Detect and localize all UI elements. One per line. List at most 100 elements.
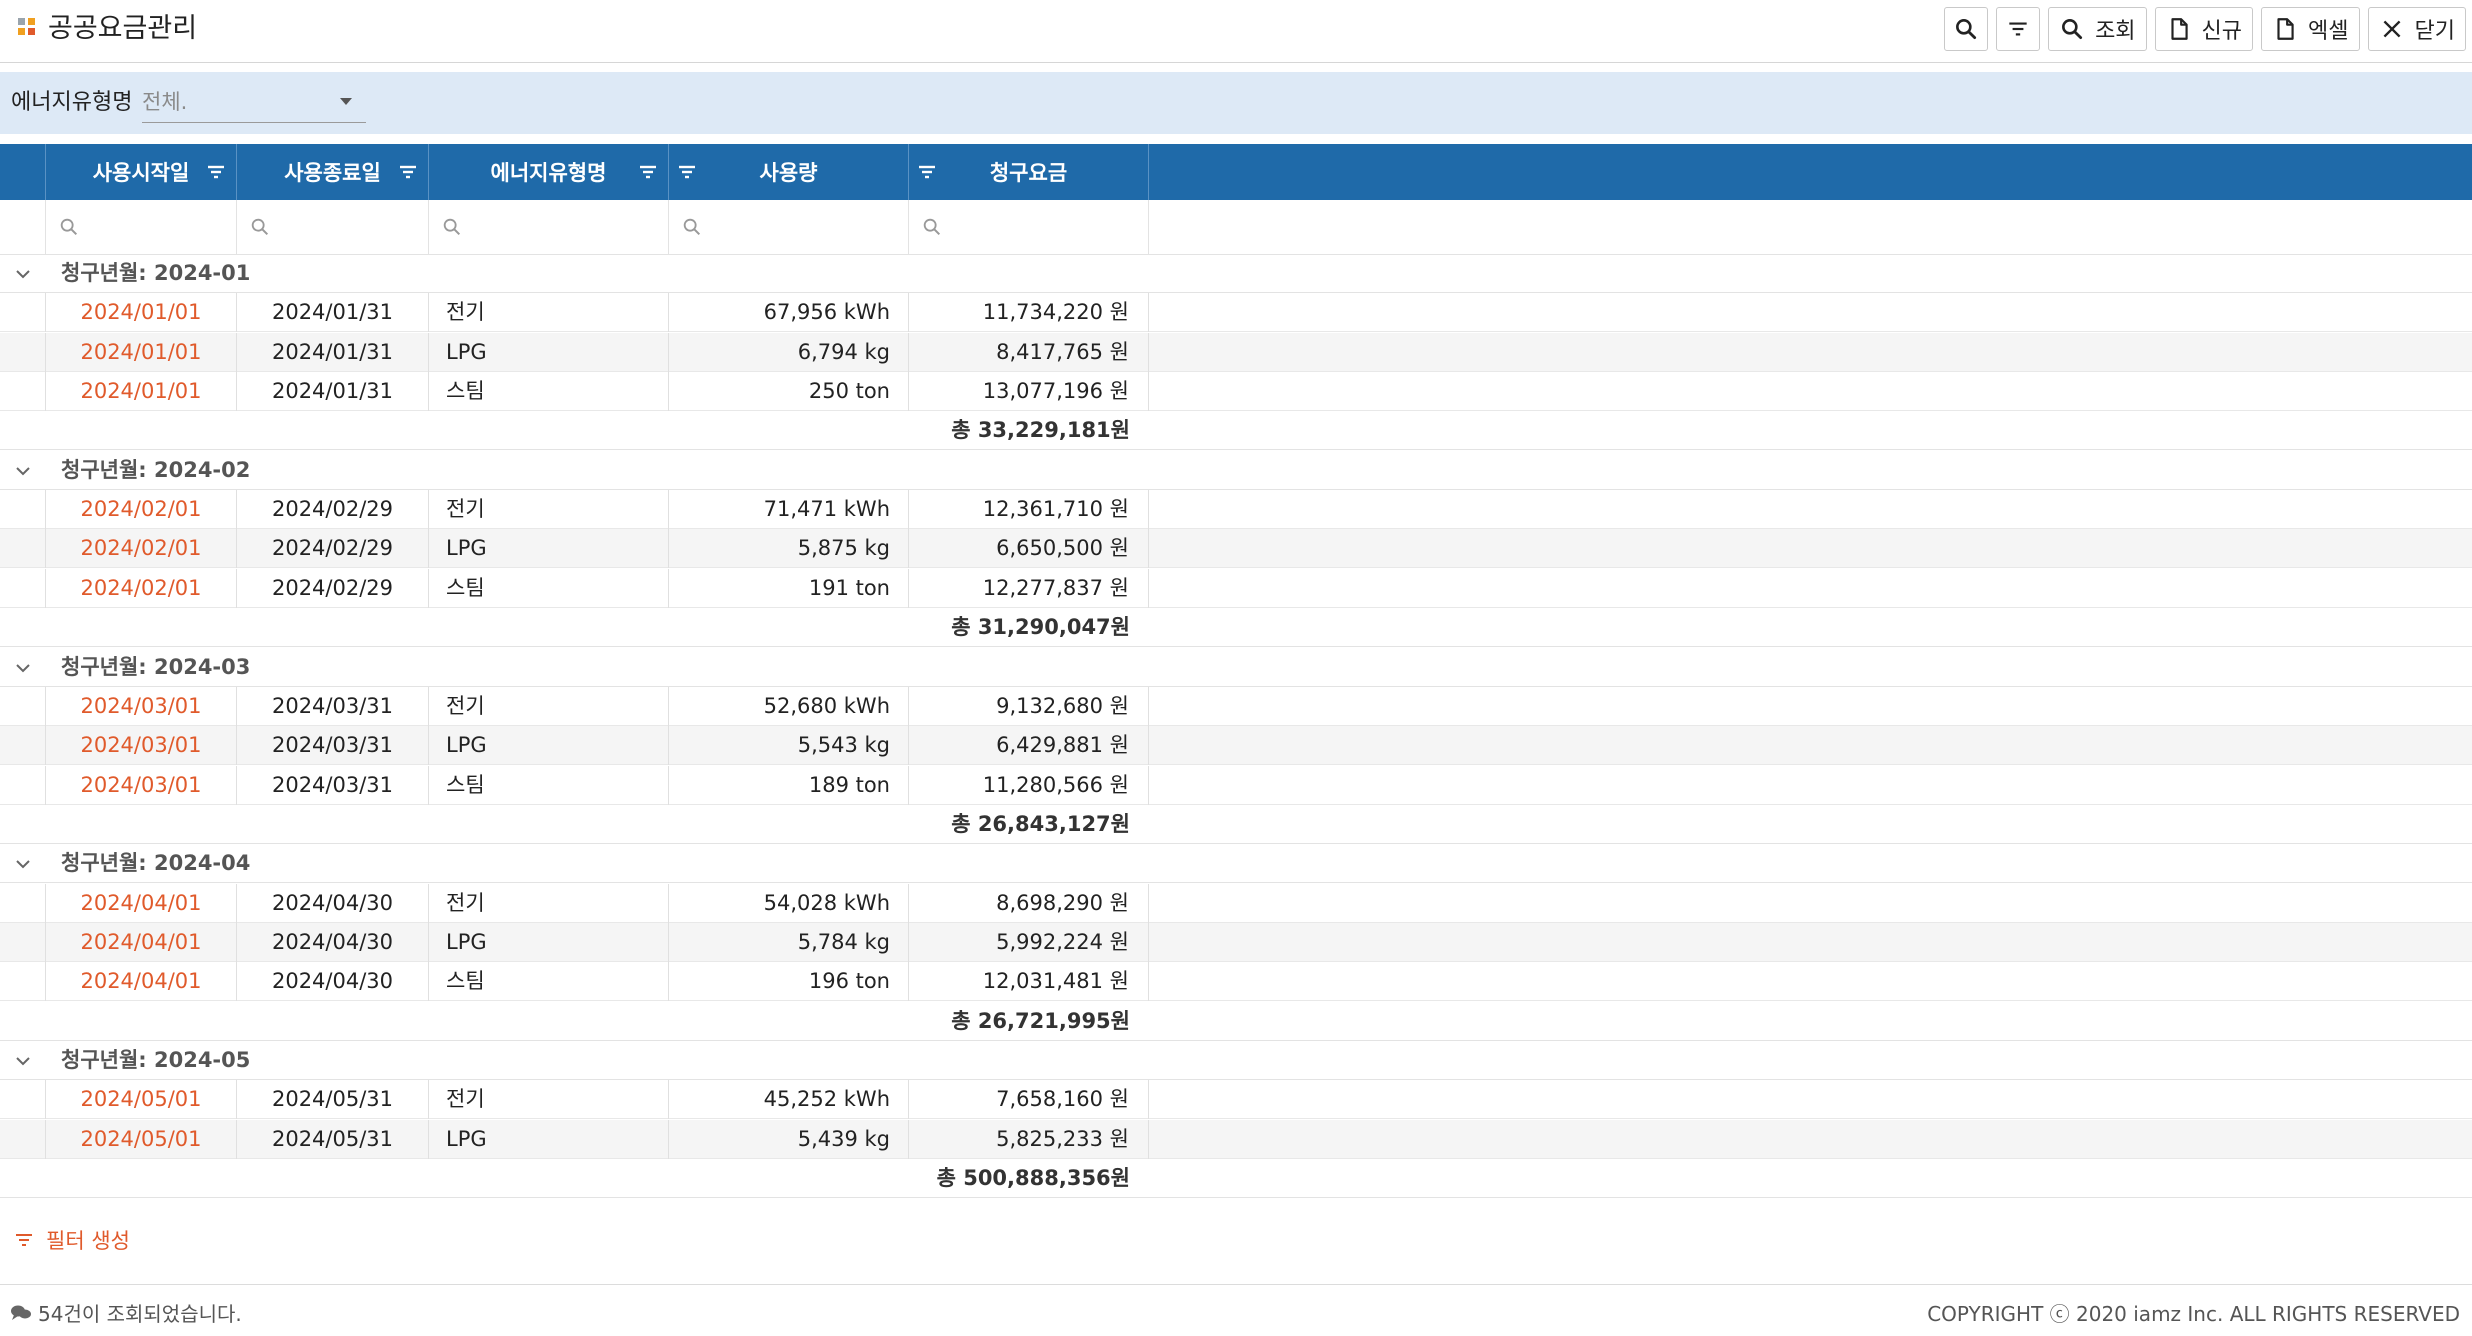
fee-cell[interactable]: 5,825,233 원 xyxy=(909,1120,1149,1159)
column-header-energy-type[interactable]: 에너지유형명 xyxy=(429,144,669,200)
end-date-cell[interactable]: 2024/05/31 xyxy=(237,1120,429,1159)
chevron-down-icon[interactable] xyxy=(14,855,32,873)
fee-cell[interactable]: 8,417,765 원 xyxy=(909,333,1149,372)
energy-type-cell[interactable]: LPG xyxy=(429,333,669,372)
fee-cell[interactable]: 5,992,224 원 xyxy=(909,923,1149,962)
search-button[interactable]: 조회 xyxy=(2048,7,2147,51)
start-date-cell[interactable]: 2024/03/01 xyxy=(46,687,237,726)
usage-cell[interactable]: 5,784 kg xyxy=(669,923,909,962)
table-row[interactable]: 2024/05/01 2024/05/31 전기 45,252 kWh 7,658,16… xyxy=(0,1080,2472,1119)
energy-type-cell[interactable]: 스팀 xyxy=(429,962,669,1001)
usage-cell[interactable]: 67,956 kWh xyxy=(669,293,909,332)
filter-input-usage[interactable] xyxy=(669,200,909,254)
usage-cell[interactable]: 191 ton xyxy=(669,569,909,608)
usage-cell[interactable]: 196 ton xyxy=(669,962,909,1001)
chevron-down-icon[interactable] xyxy=(14,265,32,283)
start-date-cell[interactable]: 2024/04/01 xyxy=(46,923,237,962)
filter-input-start-date[interactable] xyxy=(46,200,237,254)
group-row[interactable]: 청구년월: 2024-03 xyxy=(0,648,2472,687)
excel-button[interactable]: 엑셀 xyxy=(2261,7,2360,51)
column-filter-icon[interactable] xyxy=(638,162,658,182)
table-row[interactable]: 2024/02/01 2024/02/29 LPG 5,875 kg 6,650,500… xyxy=(0,529,2472,568)
energy-type-cell[interactable]: LPG xyxy=(429,529,669,568)
end-date-cell[interactable]: 2024/03/31 xyxy=(237,687,429,726)
start-date-cell[interactable]: 2024/02/01 xyxy=(46,529,237,568)
fee-cell[interactable]: 7,658,160 원 xyxy=(909,1080,1149,1119)
usage-cell[interactable]: 5,543 kg xyxy=(669,726,909,765)
quick-search-button[interactable] xyxy=(1944,7,1989,51)
column-header-start-date[interactable]: 사용시작일 xyxy=(46,144,237,200)
fee-cell[interactable]: 9,132,680 원 xyxy=(909,687,1149,726)
start-date-cell[interactable]: 2024/05/01 xyxy=(46,1120,237,1159)
column-filter-icon[interactable] xyxy=(677,162,697,182)
energy-type-cell[interactable]: LPG xyxy=(429,726,669,765)
end-date-cell[interactable]: 2024/01/31 xyxy=(237,372,429,411)
table-row[interactable]: 2024/05/01 2024/05/31 LPG 5,439 kg 5,825,233… xyxy=(0,1120,2472,1159)
start-date-cell[interactable]: 2024/03/01 xyxy=(46,766,237,805)
fee-cell[interactable]: 13,077,196 원 xyxy=(909,372,1149,411)
start-date-cell[interactable]: 2024/01/01 xyxy=(46,372,237,411)
fee-cell[interactable]: 8,698,290 원 xyxy=(909,884,1149,923)
energy-type-select[interactable]: 전체. xyxy=(142,86,366,123)
start-date-cell[interactable]: 2024/02/01 xyxy=(46,569,237,608)
start-date-cell[interactable]: 2024/02/01 xyxy=(46,490,237,529)
usage-cell[interactable]: 45,252 kWh xyxy=(669,1080,909,1119)
end-date-cell[interactable]: 2024/04/30 xyxy=(237,962,429,1001)
usage-cell[interactable]: 189 ton xyxy=(669,766,909,805)
energy-type-cell[interactable]: 전기 xyxy=(429,687,669,726)
table-row[interactable]: 2024/01/01 2024/01/31 스팀 250 ton 13,077,196 … xyxy=(0,372,2472,411)
end-date-cell[interactable]: 2024/02/29 xyxy=(237,529,429,568)
start-date-cell[interactable]: 2024/01/01 xyxy=(46,333,237,372)
new-button[interactable]: 신규 xyxy=(2154,7,2254,51)
end-date-cell[interactable]: 2024/04/30 xyxy=(237,884,429,923)
start-date-cell[interactable]: 2024/01/01 xyxy=(46,293,237,332)
usage-cell[interactable]: 52,680 kWh xyxy=(669,687,909,726)
energy-type-cell[interactable]: 스팀 xyxy=(429,372,669,411)
start-date-cell[interactable]: 2024/04/01 xyxy=(46,884,237,923)
fee-cell[interactable]: 12,361,710 원 xyxy=(909,490,1149,529)
end-date-cell[interactable]: 2024/03/31 xyxy=(237,726,429,765)
fee-cell[interactable]: 11,734,220 원 xyxy=(909,293,1149,332)
column-filter-icon[interactable] xyxy=(206,162,226,182)
table-row[interactable]: 2024/03/01 2024/03/31 LPG 5,543 kg 6,429,881… xyxy=(0,726,2472,765)
chevron-down-icon[interactable] xyxy=(14,1052,32,1070)
table-row[interactable]: 2024/03/01 2024/03/31 전기 52,680 kWh 9,132,68… xyxy=(0,687,2472,726)
table-row[interactable]: 2024/02/01 2024/02/29 스팀 191 ton 12,277,837 … xyxy=(0,569,2472,608)
fee-cell[interactable]: 6,650,500 원 xyxy=(909,529,1149,568)
energy-type-cell[interactable]: 전기 xyxy=(429,1080,669,1119)
end-date-cell[interactable]: 2024/02/29 xyxy=(237,569,429,608)
table-row[interactable]: 2024/03/01 2024/03/31 스팀 189 ton 11,280,566 … xyxy=(0,766,2472,805)
column-header-end-date[interactable]: 사용종료일 xyxy=(237,144,429,200)
usage-cell[interactable]: 250 ton xyxy=(669,372,909,411)
usage-cell[interactable]: 71,471 kWh xyxy=(669,490,909,529)
filter-input-end-date[interactable] xyxy=(237,200,429,254)
table-row[interactable]: 2024/01/01 2024/01/31 전기 67,956 kWh 11,734,2… xyxy=(0,293,2472,332)
end-date-cell[interactable]: 2024/03/31 xyxy=(237,766,429,805)
fee-cell[interactable]: 6,429,881 원 xyxy=(909,726,1149,765)
end-date-cell[interactable]: 2024/02/29 xyxy=(237,490,429,529)
column-header-usage[interactable]: 사용량 xyxy=(669,144,909,200)
end-date-cell[interactable]: 2024/04/30 xyxy=(237,923,429,962)
chevron-down-icon[interactable] xyxy=(14,659,32,677)
energy-type-cell[interactable]: 전기 xyxy=(429,293,669,332)
column-header-fee[interactable]: 청구요금 xyxy=(909,144,1149,200)
chevron-down-icon[interactable] xyxy=(14,462,32,480)
group-row[interactable]: 청구년월: 2024-02 xyxy=(0,451,2472,490)
start-date-cell[interactable]: 2024/03/01 xyxy=(46,726,237,765)
table-row[interactable]: 2024/04/01 2024/04/30 LPG 5,784 kg 5,992,224… xyxy=(0,923,2472,962)
end-date-cell[interactable]: 2024/01/31 xyxy=(237,293,429,332)
filter-input-fee[interactable] xyxy=(909,200,1149,254)
table-row[interactable]: 2024/02/01 2024/02/29 전기 71,471 kWh 12,361,7… xyxy=(0,490,2472,529)
fee-cell[interactable]: 12,031,481 원 xyxy=(909,962,1149,1001)
usage-cell[interactable]: 6,794 kg xyxy=(669,333,909,372)
filter-input-energy-type[interactable] xyxy=(429,200,669,254)
energy-type-cell[interactable]: 전기 xyxy=(429,490,669,529)
energy-type-cell[interactable]: 전기 xyxy=(429,884,669,923)
filter-toggle-button[interactable] xyxy=(1996,7,2041,51)
column-filter-icon[interactable] xyxy=(398,162,418,182)
start-date-cell[interactable]: 2024/04/01 xyxy=(46,962,237,1001)
energy-type-cell[interactable]: LPG xyxy=(429,923,669,962)
close-button[interactable]: 닫기 xyxy=(2367,7,2466,51)
energy-type-cell[interactable]: 스팀 xyxy=(429,766,669,805)
start-date-cell[interactable]: 2024/05/01 xyxy=(46,1080,237,1119)
